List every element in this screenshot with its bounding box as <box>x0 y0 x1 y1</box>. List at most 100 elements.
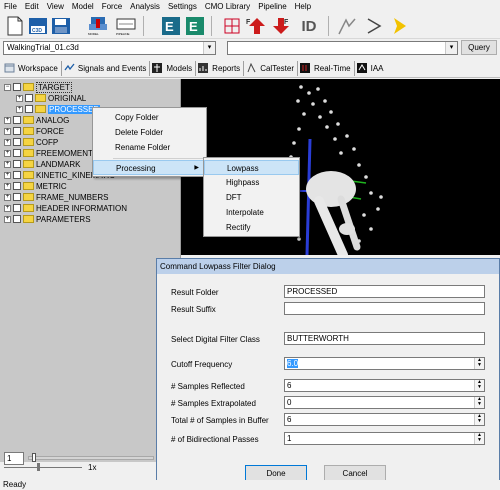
tree-node-force[interactable]: + FORCE <box>4 126 64 136</box>
expand-icon[interactable]: + <box>4 182 11 190</box>
chevron-down-icon[interactable]: ▾ <box>445 42 457 54</box>
tree-node-metric[interactable]: + METRIC <box>4 181 67 191</box>
submenu-item-rectify[interactable]: Rectify <box>204 220 299 235</box>
menu-edit[interactable]: Edit <box>21 0 43 13</box>
total-samples-buffer-field[interactable]: 6 ▲ ▼ <box>284 413 485 426</box>
tree-checkbox[interactable] <box>13 83 21 91</box>
expand-icon[interactable]: + <box>4 160 11 168</box>
bidirectional-passes-field[interactable]: 1 ▲ ▼ <box>284 432 485 445</box>
menu-item-processing[interactable]: Processing ▶ <box>93 160 206 175</box>
tree-checkbox[interactable] <box>13 127 21 135</box>
signal-e-button[interactable]: E <box>160 15 182 37</box>
submenu-item-interpolate[interactable]: Interpolate <box>204 205 299 220</box>
tree-checkbox[interactable] <box>13 182 21 190</box>
tab-iaa[interactable]: IAA <box>355 61 387 76</box>
save-cmo-button[interactable] <box>50 15 72 37</box>
force-up-button[interactable]: F <box>245 15 269 37</box>
menu-file[interactable]: File <box>0 0 21 13</box>
frame-slider[interactable] <box>28 456 154 460</box>
tree-checkbox[interactable] <box>13 149 21 157</box>
tree-node-processed[interactable]: + PROCESSED <box>16 104 101 114</box>
menu-item-copy-folder[interactable]: Copy Folder <box>93 110 206 125</box>
menu-settings[interactable]: Settings <box>164 0 201 13</box>
expand-icon[interactable]: + <box>4 127 11 135</box>
expand-icon[interactable]: + <box>4 193 11 201</box>
tab-reports[interactable]: Reports <box>196 60 245 76</box>
collapse-icon[interactable]: − <box>4 83 11 91</box>
spinner-icon[interactable]: ▲ ▼ <box>474 397 484 408</box>
tree-node-parameters[interactable]: + PARAMETERS <box>4 214 91 224</box>
frame-slider-thumb[interactable] <box>32 453 36 462</box>
tree-checkbox[interactable] <box>13 204 21 212</box>
samples-reflected-field[interactable]: 6 ▲ ▼ <box>284 379 485 392</box>
samples-extrapolated-field[interactable]: 0 ▲ ▼ <box>284 396 485 409</box>
menu-analysis[interactable]: Analysis <box>126 0 164 13</box>
filter-class-select[interactable]: BUTTERWORTH <box>284 332 485 345</box>
menu-model[interactable]: Model <box>68 0 98 13</box>
event-e2-button[interactable]: E <box>184 15 206 37</box>
force-down-button[interactable]: F <box>269 15 293 37</box>
tab-models[interactable]: Models <box>150 60 197 76</box>
tab-caltester[interactable]: CalTester <box>244 60 298 76</box>
spinner-icon[interactable]: ▲ ▼ <box>474 358 484 369</box>
pointer-button[interactable] <box>335 15 359 37</box>
expand-icon[interactable]: + <box>16 105 23 113</box>
menu-force[interactable]: Force <box>98 0 126 13</box>
menu-item-rename-folder[interactable]: Rename Folder <box>93 140 206 155</box>
menu-pipeline[interactable]: Pipeline <box>254 0 290 13</box>
menu-help[interactable]: Help <box>291 0 315 13</box>
next-outline-button[interactable] <box>362 15 386 37</box>
tree-node-landmark[interactable]: + LANDMARK <box>4 159 80 169</box>
pipeline-button[interactable]: PIPELINE <box>113 15 139 37</box>
spinner-icon[interactable]: ▲ ▼ <box>474 380 484 391</box>
result-suffix-field[interactable] <box>284 302 485 315</box>
chevron-down-icon[interactable]: ▾ <box>203 42 215 54</box>
menu-view[interactable]: View <box>43 0 68 13</box>
tree-checkbox[interactable] <box>25 94 33 102</box>
tree-checkbox[interactable] <box>13 116 21 124</box>
tree-node-frame-numbers[interactable]: + FRAME_NUMBERS <box>4 192 108 202</box>
expand-icon[interactable]: + <box>4 171 11 179</box>
next-yellow-button[interactable] <box>388 15 412 37</box>
spinner-icon[interactable]: ▲ ▼ <box>474 433 484 444</box>
tree-node-header-information[interactable]: + HEADER INFORMATION <box>4 203 127 213</box>
query-button[interactable]: Query <box>461 40 497 55</box>
tree-node-cofp[interactable]: + COFP <box>4 137 58 147</box>
tree-node-original[interactable]: + ORIGINAL <box>16 93 86 103</box>
inverse-dynamics-button[interactable]: ID <box>295 15 323 37</box>
tree-checkbox[interactable] <box>13 193 21 201</box>
model-button[interactable]: MODEL <box>86 15 110 37</box>
submenu-item-lowpass[interactable]: Lowpass <box>204 160 299 175</box>
spinner-icon[interactable]: ▲ ▼ <box>474 414 484 425</box>
tree-node-freemoment[interactable]: + FREEMOMENT <box>4 148 93 158</box>
tab-workspace[interactable]: Workspace <box>2 60 62 76</box>
menu-item-delete-folder[interactable]: Delete Folder <box>93 125 206 140</box>
tab-signals-and-events[interactable]: Signals and Events <box>62 60 151 76</box>
expand-icon[interactable]: + <box>4 116 11 124</box>
new-file-button[interactable] <box>4 15 26 37</box>
menu-cmo-library[interactable]: CMO Library <box>201 0 254 13</box>
speed-slider[interactable] <box>4 467 82 468</box>
grid-button[interactable] <box>222 15 242 37</box>
expand-icon[interactable]: + <box>4 138 11 146</box>
result-folder-field[interactable]: PROCESSED <box>284 285 485 298</box>
tree-checkbox[interactable] <box>25 105 33 113</box>
submenu-item-dft[interactable]: DFT <box>204 190 299 205</box>
expand-icon[interactable]: + <box>16 94 23 102</box>
cutoff-frequency-field[interactable]: 6.0 ▲ ▼ <box>284 357 485 370</box>
speed-slider-thumb[interactable] <box>37 463 40 471</box>
tab-real-time[interactable]: Real-Time <box>298 60 355 76</box>
expand-icon[interactable]: + <box>4 215 11 223</box>
tree-checkbox[interactable] <box>13 160 21 168</box>
submenu-item-highpass[interactable]: Highpass <box>204 175 299 190</box>
tree-checkbox[interactable] <box>13 138 21 146</box>
frame-number-field[interactable]: 1 <box>4 452 24 465</box>
tree-checkbox[interactable] <box>13 215 21 223</box>
tree-checkbox[interactable] <box>13 171 21 179</box>
expand-icon[interactable]: + <box>4 204 11 212</box>
query-combo[interactable]: ▾ <box>227 41 458 55</box>
open-cmo-button[interactable]: C3D <box>27 15 49 37</box>
tree-node-target[interactable]: − TARGET <box>4 81 72 93</box>
expand-icon[interactable]: + <box>4 149 11 157</box>
tree-node-analog[interactable]: + ANALOG <box>4 115 69 125</box>
